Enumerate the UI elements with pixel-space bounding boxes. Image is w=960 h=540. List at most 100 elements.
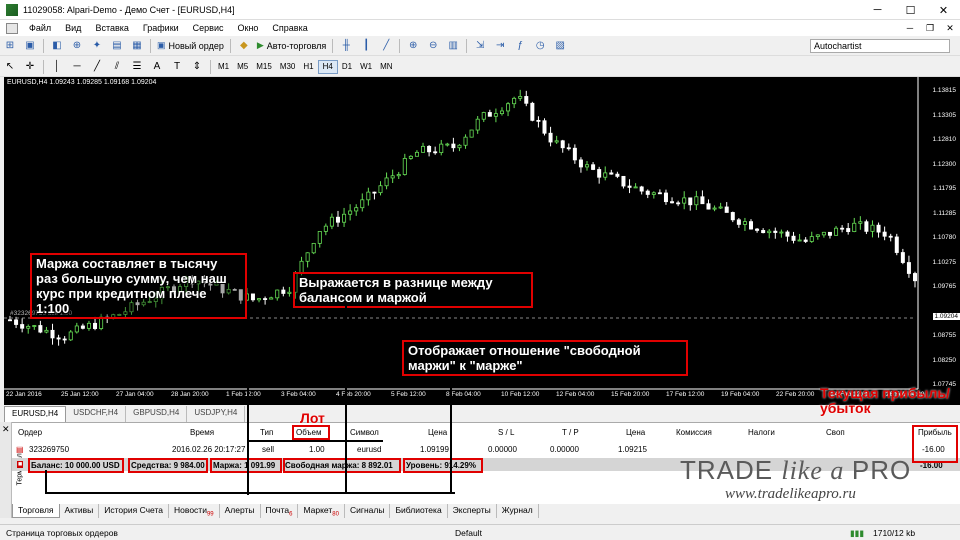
col-swap[interactable]: Своп xyxy=(826,428,845,437)
zoom-in-icon[interactable]: ⊕ xyxy=(405,38,421,54)
candles-icon[interactable]: ┃ xyxy=(358,38,374,54)
navigator-icon[interactable]: ✦ xyxy=(89,38,105,54)
app-icon xyxy=(6,3,18,16)
tf-h1[interactable]: H1 xyxy=(299,60,317,74)
col-taxes[interactable]: Налоги xyxy=(748,428,775,437)
menu-view[interactable]: Вид xyxy=(58,23,88,33)
col-time[interactable]: Время xyxy=(190,428,214,437)
candle-body xyxy=(688,197,693,206)
mdi-close-button[interactable]: ✕ xyxy=(940,20,960,36)
close-button[interactable]: ✕ xyxy=(927,0,960,20)
candle-body xyxy=(329,216,334,227)
tab-news[interactable]: Новости99 xyxy=(169,504,220,518)
tab-exposure[interactable]: Активы xyxy=(60,504,100,518)
autoscroll-icon[interactable]: ⇲ xyxy=(472,38,488,54)
tf-w1[interactable]: W1 xyxy=(356,60,376,74)
candle-body xyxy=(864,221,869,232)
cursor-icon[interactable]: ↖ xyxy=(2,59,18,75)
connector-free-margin xyxy=(345,305,347,493)
price-tick: 1.08755 xyxy=(932,332,957,339)
candle-body xyxy=(317,231,322,244)
search-input[interactable]: Autochartist xyxy=(810,39,950,53)
tf-d1[interactable]: D1 xyxy=(338,60,356,74)
channel-icon[interactable]: ⫽ xyxy=(109,59,125,75)
menu-insert[interactable]: Вставка xyxy=(88,23,135,33)
crosshair-icon[interactable]: ✛ xyxy=(22,59,38,75)
vertical-line-icon[interactable]: │ xyxy=(49,59,65,75)
tf-mn[interactable]: MN xyxy=(376,60,396,74)
candle-body xyxy=(263,298,268,300)
new-order-button[interactable]: ▣ Новый ордер xyxy=(154,38,227,54)
profile-name: Default xyxy=(455,528,482,538)
chart-doc-icon[interactable] xyxy=(6,22,18,34)
tf-m30[interactable]: M30 xyxy=(276,60,300,74)
candle-body xyxy=(414,151,419,157)
tf-m5[interactable]: M5 xyxy=(233,60,252,74)
tab-signals[interactable]: Сигналы xyxy=(345,504,391,518)
mdi-restore-button[interactable]: ❐ xyxy=(920,20,940,36)
tab-library[interactable]: Библиотека xyxy=(390,504,448,518)
tile-windows-icon[interactable]: ▥ xyxy=(445,38,461,54)
candle-body xyxy=(469,129,474,138)
tab-mailbox[interactable]: Почта6 xyxy=(261,504,299,518)
label-icon[interactable]: T xyxy=(169,59,185,75)
candle-body xyxy=(80,325,85,329)
menu-file[interactable]: Файл xyxy=(22,23,58,33)
tab-experts[interactable]: Эксперты xyxy=(448,504,497,518)
horizontal-line-icon[interactable]: ─ xyxy=(69,59,85,75)
tab-trade[interactable]: Торговля xyxy=(12,504,60,518)
highlight-volume-header xyxy=(292,425,330,440)
tf-m15[interactable]: M15 xyxy=(252,60,276,74)
trendline-icon[interactable]: ╱ xyxy=(89,59,105,75)
text-icon[interactable]: A xyxy=(149,59,165,75)
menu-tools[interactable]: Сервис xyxy=(186,23,231,33)
tester-icon[interactable]: ▦ xyxy=(129,38,145,54)
tab-market[interactable]: Маркет80 xyxy=(298,504,345,518)
tf-h4[interactable]: H4 xyxy=(317,59,338,74)
col-sl[interactable]: S / L xyxy=(498,428,514,437)
col-price[interactable]: Цена xyxy=(428,428,447,437)
market-watch-icon[interactable]: ◧ xyxy=(49,38,65,54)
tab-alerts[interactable]: Алерты xyxy=(220,504,261,518)
profiles-icon[interactable]: ▣ xyxy=(22,38,38,54)
tf-m1[interactable]: M1 xyxy=(214,60,233,74)
bar-chart-icon[interactable]: ╫ xyxy=(338,38,354,54)
menu-window[interactable]: Окно xyxy=(231,23,266,33)
chart-tab-gbpusd[interactable]: GBPUSD,H4 xyxy=(126,406,188,422)
terminal-side-tab[interactable]: Терминал xyxy=(0,422,24,518)
menu-help[interactable]: Справка xyxy=(265,23,314,33)
candle-body xyxy=(834,227,839,236)
col-symbol[interactable]: Символ xyxy=(350,428,379,437)
col-type[interactable]: Тип xyxy=(260,428,273,437)
data-window-icon[interactable]: ⊕ xyxy=(69,38,85,54)
arrows-icon[interactable]: ⇕ xyxy=(189,59,205,75)
periods-icon[interactable]: ◷ xyxy=(532,38,548,54)
candle-body xyxy=(463,136,468,146)
tab-account-history[interactable]: История Счета xyxy=(99,504,170,518)
minimize-button[interactable]: ─ xyxy=(861,0,894,20)
candle-body xyxy=(548,132,553,143)
mdi-minimize-button[interactable]: ─ xyxy=(900,20,920,36)
col-commission[interactable]: Комиссия xyxy=(676,428,712,437)
metaeditor-icon[interactable]: ◆ xyxy=(236,38,252,54)
chart-tab-usdchf[interactable]: USDCHF,H4 xyxy=(66,406,127,422)
new-order-label: Новый ордер xyxy=(168,40,224,51)
terminal-close-icon[interactable]: ✕ xyxy=(2,424,10,435)
terminal-icon[interactable]: ▤ xyxy=(109,38,125,54)
maximize-button[interactable]: ☐ xyxy=(894,0,927,20)
templates-icon[interactable]: ▧ xyxy=(552,38,568,54)
menu-charts[interactable]: Графики xyxy=(136,23,186,33)
auto-trading-button[interactable]: ▶ Авто-торговля xyxy=(254,38,329,54)
chart-shift-icon[interactable]: ⇥ xyxy=(492,38,508,54)
col-tp[interactable]: T / P xyxy=(562,428,579,437)
line-chart-icon[interactable]: ╱ xyxy=(378,38,394,54)
indicators-icon[interactable]: ƒ xyxy=(512,38,528,54)
col-order[interactable]: Ордер xyxy=(18,428,42,437)
zoom-out-icon[interactable]: ⊖ xyxy=(425,38,441,54)
chart-tab-usdjpy[interactable]: USDJPY,H4 xyxy=(187,406,246,422)
chart-tab-eurusd[interactable]: EURUSD,H4 xyxy=(4,406,67,422)
tab-journal[interactable]: Журнал xyxy=(497,504,539,518)
new-chart-icon[interactable]: ⊞ xyxy=(2,38,18,54)
col-price2[interactable]: Цена xyxy=(626,428,645,437)
fibo-icon[interactable]: ☰ xyxy=(129,59,145,75)
